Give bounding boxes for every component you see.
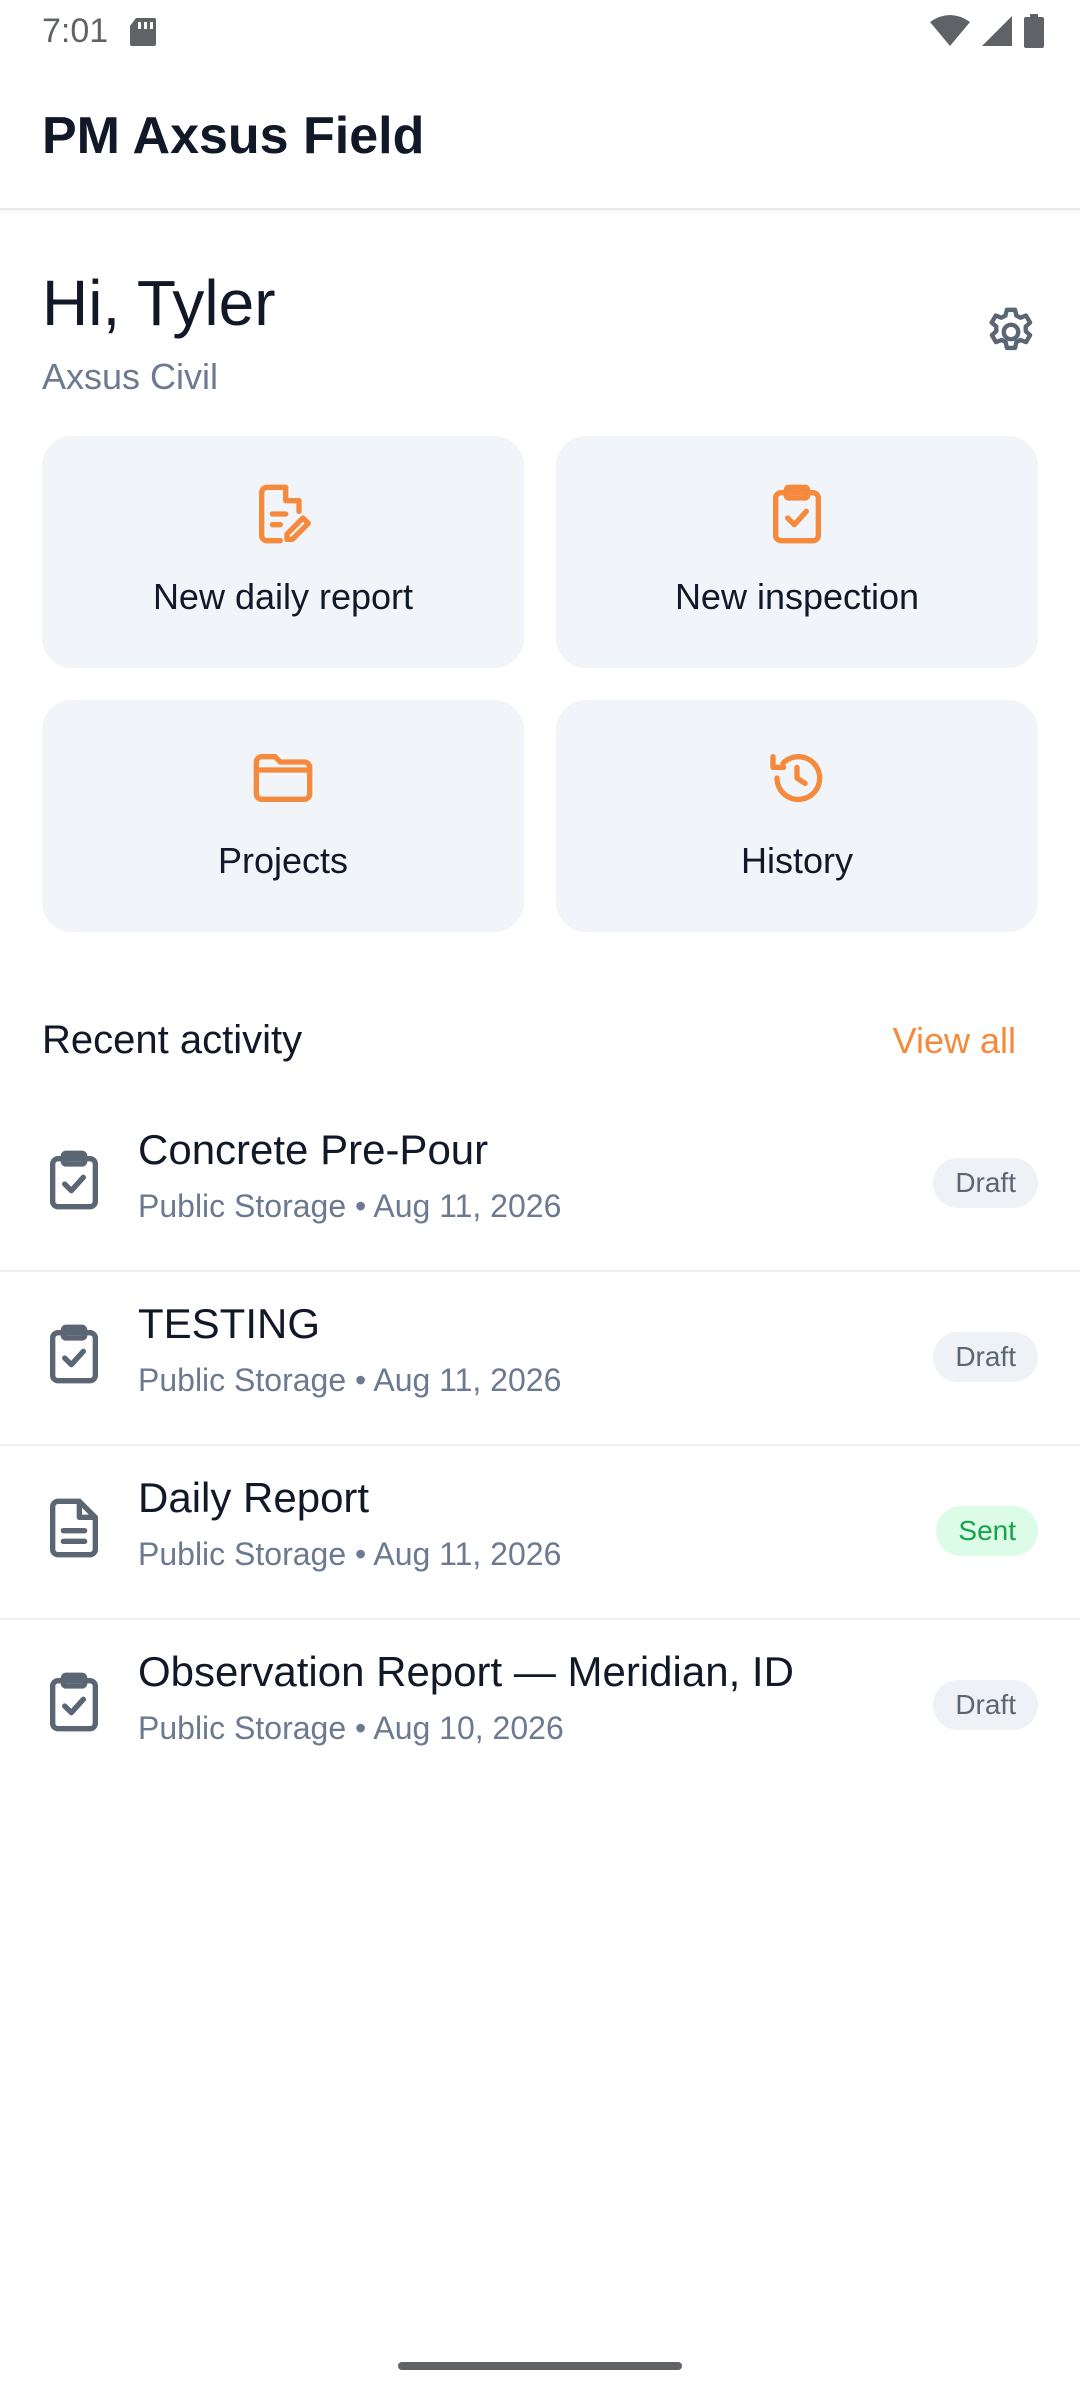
greeting-title: Hi, Tyler — [42, 267, 276, 339]
history-label: History — [740, 840, 853, 881]
activity-subtitle: Public Storage • Aug 11, 2026 — [138, 1362, 562, 1398]
status-badge: Draft — [933, 1680, 1038, 1730]
status-badge: Draft — [933, 1158, 1038, 1208]
status-bar: 7:01 — [0, 0, 1080, 62]
sd-card-icon — [130, 18, 156, 46]
status-time: 7:01 — [42, 12, 109, 50]
activity-title: Concrete Pre-Pour — [138, 1126, 489, 1173]
gear-icon[interactable] — [982, 303, 1040, 361]
cellular-signal-icon — [982, 16, 1012, 46]
clipboard-check-icon — [50, 1324, 98, 1384]
app-bar: PM Axsus Field — [0, 62, 1080, 210]
history-button[interactable]: History — [556, 700, 1038, 932]
document-edit-icon — [259, 484, 311, 544]
recent-activity-title: Recent activity — [42, 1018, 303, 1062]
activity-row[interactable]: Daily Report Public Storage • Aug 11, 20… — [0, 1446, 1080, 1620]
new-inspection-button[interactable]: New inspection — [556, 436, 1038, 668]
document-icon — [50, 1498, 98, 1558]
activity-row[interactable]: Observation Report — Meridian, ID Public… — [0, 1620, 1080, 1794]
projects-label: Projects — [217, 840, 349, 881]
activity-row[interactable]: TESTING Public Storage • Aug 11, 2026 Dr… — [0, 1272, 1080, 1446]
wifi-icon — [930, 15, 970, 46]
activity-subtitle: Public Storage • Aug 10, 2026 — [138, 1710, 564, 1746]
clipboard-check-icon — [773, 484, 821, 544]
activity-subtitle: Public Storage • Aug 11, 2026 — [138, 1536, 562, 1572]
folder-icon — [253, 754, 313, 802]
new-daily-report-label: New daily report — [152, 576, 414, 617]
app-title: PM Axsus Field — [42, 107, 425, 165]
clipboard-check-icon — [50, 1150, 98, 1210]
new-daily-report-button[interactable]: New daily report — [42, 436, 524, 668]
activity-title: Observation Report — Meridian, ID — [138, 1648, 794, 1695]
activity-subtitle: Public Storage • Aug 11, 2026 — [138, 1188, 562, 1224]
company-name: Axsus Civil — [42, 356, 219, 397]
activity-row[interactable]: Concrete Pre-Pour Public Storage • Aug 1… — [0, 1098, 1080, 1272]
history-icon — [770, 754, 823, 803]
view-all-link[interactable]: View all — [893, 1020, 1016, 1062]
status-badge: Sent — [936, 1506, 1038, 1556]
new-inspection-label: New inspection — [674, 576, 920, 617]
status-badge: Draft — [933, 1332, 1038, 1382]
activity-title: TESTING — [138, 1300, 321, 1347]
activity-title: Daily Report — [138, 1474, 370, 1521]
clipboard-check-icon — [50, 1672, 98, 1732]
battery-icon — [1024, 14, 1044, 48]
projects-button[interactable]: Projects — [42, 700, 524, 932]
home-indicator[interactable] — [398, 2362, 682, 2370]
